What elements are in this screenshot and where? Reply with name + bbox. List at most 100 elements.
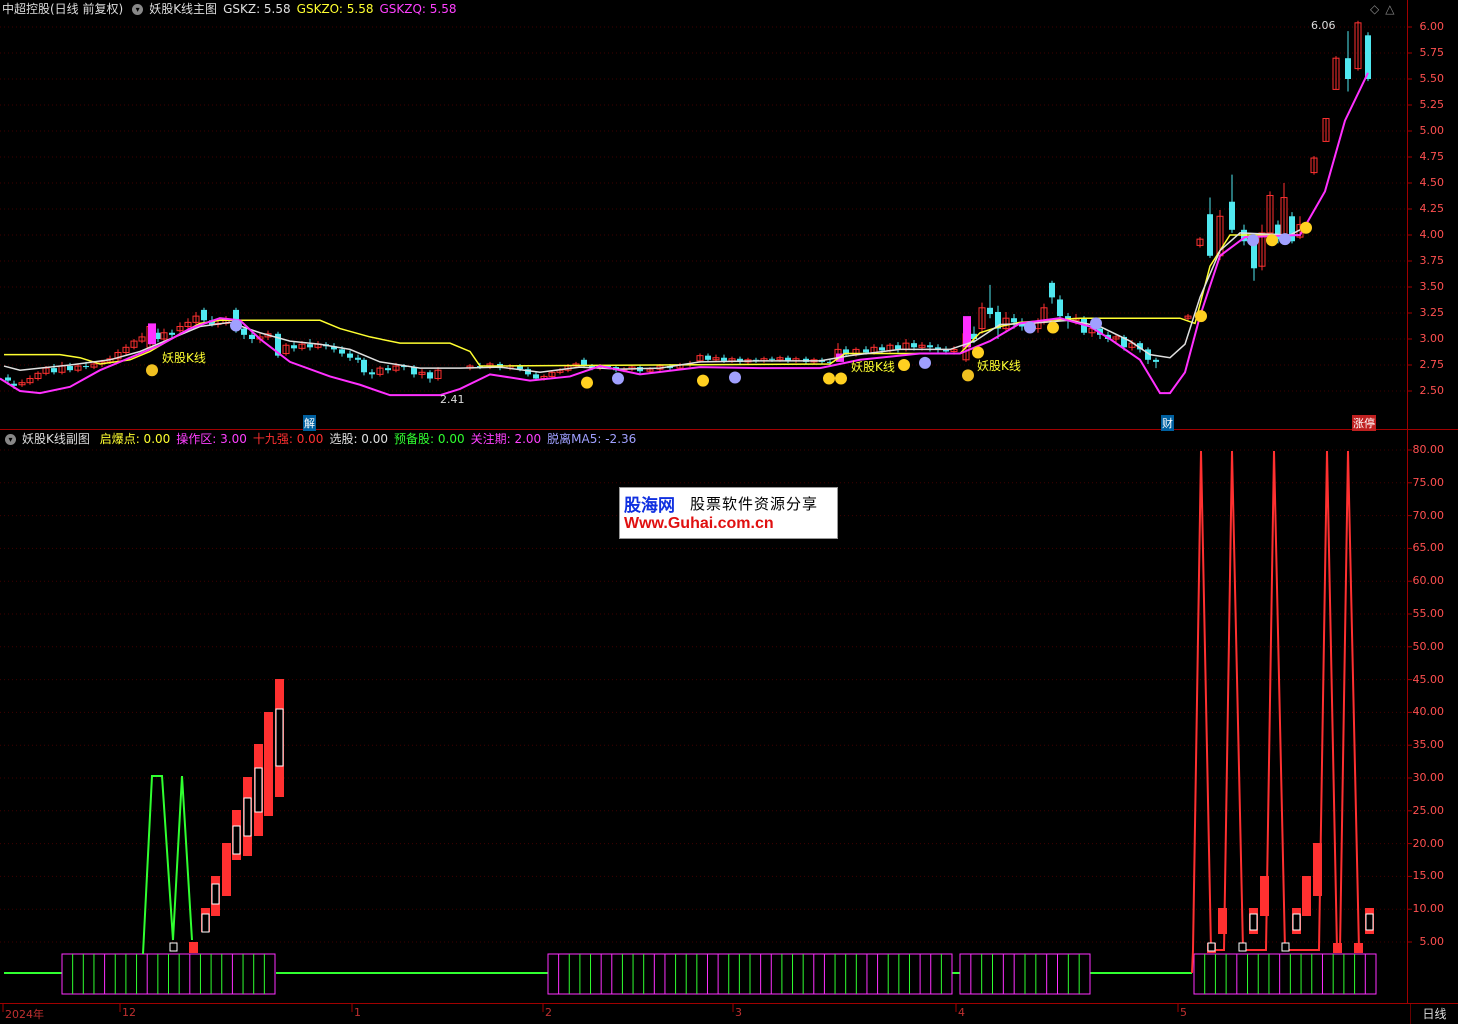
low-price-marker: 2.41 bbox=[440, 393, 465, 406]
candle-body bbox=[83, 366, 89, 368]
up-arrow-icon[interactable]: △ bbox=[1385, 2, 1394, 16]
face-icon bbox=[1195, 310, 1207, 323]
price-tick-label: 3.75 bbox=[1419, 254, 1445, 267]
candle-body bbox=[1057, 299, 1063, 317]
price-tick-label: 4.50 bbox=[1419, 176, 1445, 189]
face-icon bbox=[823, 372, 835, 385]
sub-indicator-value: 十九强: 0.00 bbox=[252, 432, 324, 446]
main-chart-header: 中超控股(日线 前复权) ▾ 妖股K线主图 GSKZ: 5.58 GSKZO: 5.58… bbox=[2, 1, 463, 17]
sub-white-box bbox=[1238, 942, 1247, 952]
price-tick-label: 5.00 bbox=[1419, 124, 1445, 137]
sub-tick-label: 35.00 bbox=[1412, 738, 1445, 752]
candle-body bbox=[1345, 58, 1351, 79]
face-icon bbox=[1300, 221, 1312, 234]
face-icon bbox=[581, 376, 593, 389]
candle-body bbox=[347, 353, 353, 358]
sub-red-bar bbox=[1260, 876, 1269, 916]
sub-chart-header: ▾ 妖股K线副图 启爆点: 0.00 操作区: 3.00 十九强: 0.00 选股: 0… bbox=[2, 431, 642, 447]
face-icon bbox=[729, 371, 741, 384]
price-tick-label: 4.25 bbox=[1419, 202, 1445, 215]
sub-white-box bbox=[1207, 942, 1216, 952]
dropdown-icon[interactable]: ▾ bbox=[132, 4, 144, 15]
stock-title[interactable]: 中超控股(日线 前复权) bbox=[2, 2, 123, 16]
candle-body bbox=[1011, 318, 1017, 323]
event-marker-jie[interactable]: 解 bbox=[303, 415, 316, 431]
face-icon bbox=[230, 319, 242, 332]
price-tick-label: 5.50 bbox=[1419, 72, 1445, 85]
candle-body bbox=[1365, 35, 1371, 79]
sub-tick-label: 30.00 bbox=[1412, 771, 1445, 784]
diamond-icon[interactable]: ◇ bbox=[1370, 2, 1379, 16]
candle-body bbox=[241, 328, 247, 335]
sub-red-bar bbox=[189, 942, 198, 953]
sub-tick-label: 5.00 bbox=[1419, 935, 1445, 948]
date-tick-label: 4 bbox=[958, 1006, 965, 1019]
candle-body bbox=[361, 359, 367, 373]
candle-body bbox=[911, 343, 917, 348]
sub-tick-label: 65.00 bbox=[1412, 541, 1445, 555]
price-tick-label: 3.50 bbox=[1419, 280, 1445, 293]
signal-label: 妖股K线 bbox=[851, 360, 895, 374]
candle-body bbox=[1207, 214, 1213, 256]
dropdown-icon[interactable]: ▾ bbox=[5, 434, 16, 445]
sub-red-bar bbox=[1302, 876, 1311, 916]
sub-tick-label: 15.00 bbox=[1412, 869, 1445, 883]
face-icon bbox=[1090, 317, 1102, 330]
sub-tick-label: 55.00 bbox=[1412, 607, 1445, 620]
sub-tick-label: 50.00 bbox=[1412, 639, 1445, 653]
signal-candle bbox=[148, 323, 156, 345]
sub-tick-label: 75.00 bbox=[1412, 475, 1445, 489]
face-icon bbox=[919, 356, 931, 369]
candle-body bbox=[427, 372, 433, 379]
sub-indicator-name[interactable]: 妖股K线副图 bbox=[22, 432, 90, 446]
candle-body bbox=[369, 372, 375, 375]
date-tick-label: 1 bbox=[354, 1006, 361, 1019]
period-selector[interactable]: 日线 bbox=[1410, 1004, 1458, 1024]
watermark-brand: 股海网 bbox=[624, 496, 675, 516]
candle-body bbox=[863, 349, 869, 353]
sub-white-box bbox=[169, 942, 178, 952]
sub-white-box bbox=[1365, 913, 1374, 931]
sub-red-bar bbox=[264, 712, 273, 816]
watermark-slogan: 股票软件资源分享 bbox=[690, 495, 819, 513]
candle-body bbox=[291, 345, 297, 349]
gskzo-value: GSKZO: 5.58 bbox=[296, 2, 374, 16]
money-bag-icon bbox=[962, 369, 974, 382]
sub-white-box bbox=[254, 767, 263, 813]
candle-body bbox=[987, 307, 993, 315]
candle-body bbox=[385, 368, 391, 371]
candle-body bbox=[201, 309, 207, 321]
watermark-url: Www.Guhai.com.cn bbox=[624, 515, 774, 532]
price-tick-label: 5.75 bbox=[1419, 46, 1445, 59]
sub-tick-label: 40.00 bbox=[1412, 705, 1445, 719]
candle-body bbox=[1229, 201, 1235, 230]
candle-body bbox=[307, 344, 313, 348]
sub-red-bar bbox=[1218, 908, 1227, 934]
face-icon bbox=[1247, 234, 1259, 247]
green-spike-line bbox=[142, 775, 193, 955]
candle-body bbox=[769, 358, 775, 360]
sub-indicator-value: 脱离MA5: -2.36 bbox=[547, 432, 637, 446]
price-tick-label: 3.00 bbox=[1419, 332, 1445, 345]
event-marker-cai[interactable]: 财 bbox=[1161, 415, 1174, 431]
ma-line-yellow bbox=[4, 234, 1300, 367]
money-bag-icon bbox=[146, 364, 158, 377]
date-tick-label: 12 bbox=[122, 1006, 136, 1019]
price-tick-label: 3.25 bbox=[1419, 306, 1445, 319]
candle-body bbox=[721, 357, 727, 361]
main-indicator-name[interactable]: 妖股K线主图 bbox=[149, 2, 217, 16]
event-marker-zhangting[interactable]: 涨停 bbox=[1352, 415, 1376, 431]
sub-white-box bbox=[1292, 913, 1301, 931]
face-icon bbox=[835, 372, 847, 385]
candle-body bbox=[355, 357, 361, 360]
candle-body bbox=[169, 332, 175, 335]
date-tick-label: 2 bbox=[545, 1006, 552, 1019]
high-price-marker: 6.06 bbox=[1311, 19, 1336, 32]
sub-tick-label: 10.00 bbox=[1412, 902, 1445, 916]
price-tick-label: 4.75 bbox=[1419, 150, 1445, 163]
sub-indicator-value: 选股: 0.00 bbox=[329, 432, 389, 446]
sub-indicator-value: 预备股: 0.00 bbox=[394, 432, 465, 446]
candle-body bbox=[1049, 282, 1055, 298]
window-controls: ◇ △ bbox=[1370, 1, 1400, 17]
sub-tick-label: 25.00 bbox=[1412, 803, 1445, 817]
